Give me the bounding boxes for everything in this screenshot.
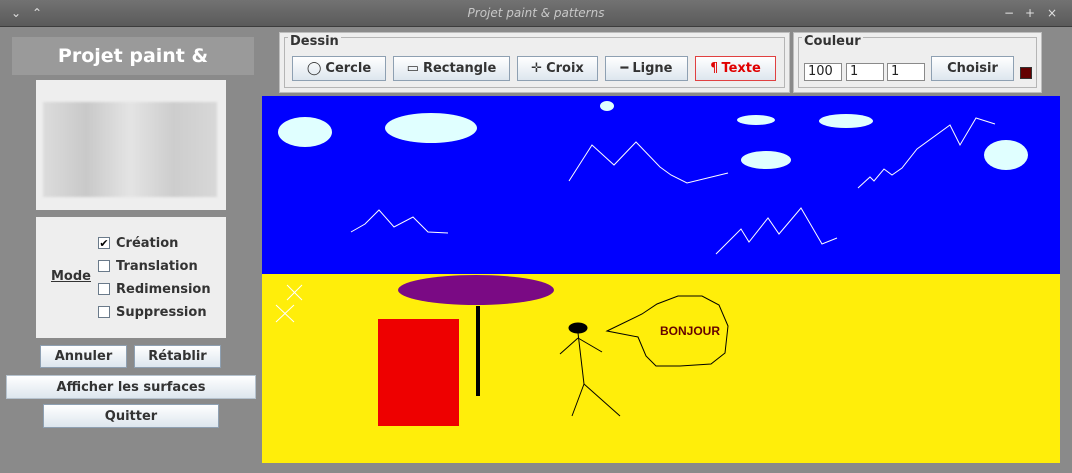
checkbox-icon[interactable]	[98, 306, 110, 318]
window-title: Projet paint & patterns	[467, 6, 605, 20]
mode-panel: Mode ✔ Création Translation Redimension …	[36, 217, 226, 338]
show-surfaces-button[interactable]: Afficher les surfaces	[6, 375, 256, 399]
speech-text[interactable]: BONJOUR	[660, 324, 720, 338]
red-input[interactable]: 100	[804, 63, 842, 81]
cloud-shape[interactable]	[385, 113, 477, 143]
rectangle-tool-button[interactable]: ▭ Rectangle	[393, 56, 510, 81]
checkbox-icon[interactable]	[98, 260, 110, 272]
line-tool-button[interactable]: ━ Ligne	[605, 56, 688, 81]
mode-option-label: Suppression	[116, 304, 207, 320]
cloud-shape[interactable]	[737, 115, 775, 125]
checkbox-icon[interactable]	[98, 283, 110, 295]
mode-checkbox-redimension[interactable]: Redimension	[98, 280, 211, 298]
sky-rectangle[interactable]	[262, 96, 1060, 274]
mode-option-label: Translation	[116, 258, 198, 274]
color-legend: Couleur	[802, 34, 863, 49]
app-window: Projet paint & patterns Mode ✔ Création …	[0, 27, 1072, 473]
drawing-legend: Dessin	[288, 34, 341, 49]
preview-image	[43, 102, 217, 197]
drawing-canvas[interactable]: BONJOUR	[262, 96, 1060, 463]
figure-head[interactable]	[568, 322, 588, 334]
title-bar: ⌄ ⌃ Projet paint & patterns − + ×	[0, 0, 1072, 27]
text-tool-button[interactable]: ¶ Texte	[695, 56, 776, 81]
app-title: Projet paint & patterns	[12, 37, 254, 105]
cloud-shape[interactable]	[278, 117, 332, 147]
close-icon[interactable]: ×	[1044, 5, 1060, 21]
cross-tool-button[interactable]: ✛ Croix	[517, 56, 598, 81]
mode-option-label: Redimension	[116, 281, 211, 297]
cloud-shape[interactable]	[819, 114, 873, 128]
undo-button[interactable]: Annuler	[40, 345, 127, 368]
minimize-icon[interactable]: −	[1001, 5, 1017, 21]
rectangle-icon: ▭	[406, 61, 419, 76]
preview-panel	[36, 80, 226, 210]
color-group: Couleur 100 1 1 Choisir	[793, 32, 1042, 93]
checkbox-checked-icon[interactable]: ✔	[98, 237, 110, 250]
pilcrow-icon: ¶	[710, 61, 719, 76]
mode-option-label: Création	[116, 235, 179, 251]
quit-button[interactable]: Quitter	[43, 404, 219, 428]
mode-label: Mode	[51, 269, 91, 284]
drawing-tools-group: Dessin ◯ Cercle ▭ Rectangle ✛ Croix ━ Li…	[279, 32, 790, 93]
cloud-shape[interactable]	[984, 140, 1028, 170]
mode-checkbox-suppression[interactable]: Suppression	[98, 303, 207, 321]
left-panel: Projet paint & patterns Mode ✔ Création …	[6, 27, 256, 467]
circle-tool-button[interactable]: ◯ Cercle	[292, 56, 386, 81]
mode-checkbox-creation[interactable]: ✔ Création	[98, 234, 178, 252]
line-icon: ━	[620, 61, 629, 76]
color-swatch	[1020, 67, 1032, 79]
cloud-shape[interactable]	[741, 151, 791, 169]
umbrella-top[interactable]	[398, 275, 554, 305]
beach-towel[interactable]	[378, 319, 459, 426]
maximize-icon[interactable]: +	[1022, 5, 1038, 21]
green-input[interactable]: 1	[846, 63, 884, 81]
circle-icon: ◯	[306, 61, 322, 76]
mode-checkbox-translation[interactable]: Translation	[98, 257, 198, 275]
blue-input[interactable]: 1	[887, 63, 925, 81]
choose-color-button[interactable]: Choisir	[931, 56, 1014, 81]
umbrella-pole[interactable]	[476, 306, 480, 396]
cloud-shape[interactable]	[600, 101, 614, 111]
cross-icon: ✛	[531, 61, 543, 76]
redo-button[interactable]: Rétablir	[134, 345, 221, 368]
